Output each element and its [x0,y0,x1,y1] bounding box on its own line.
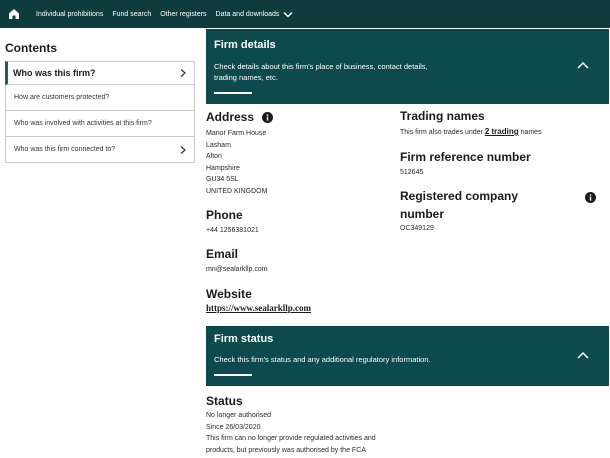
firm-details-title: Firm details [214,39,276,51]
address-line: GU34 5SL [206,176,239,184]
firm-status-description: Check this firm's status and any additio… [214,355,431,364]
trading-text-after: names [520,129,542,136]
phone-heading: Phone [206,207,243,222]
company-number-heading-line2: number [400,207,445,222]
sidebar-item-customers-protected[interactable]: How are customers protected? [5,85,195,111]
website-heading: Website [206,286,252,301]
phone-value: +44 1256381021 [206,226,259,234]
status-value: No longer authorised [206,412,271,419]
status-note-line1: This firm can no longer provide regulate… [206,435,376,443]
sidebar-item-who-was-involved[interactable]: Who was involved with activities at this… [5,111,195,137]
company-number-value: OC349129 [400,225,434,233]
firm-status-panel[interactable]: Firm status Check this firm's status and… [206,326,609,386]
email-heading: Email [206,247,239,262]
panel-underline [214,92,252,94]
address-heading: Address [206,109,401,125]
nav-individual-prohibitions[interactable]: Individual prohibitions [36,11,103,18]
chevron-right-icon [180,145,186,154]
sidebar-item-firm-connected[interactable]: Who was this firm connected to? [5,137,195,163]
sidebar-item-label: How are customers protected? [14,94,110,101]
status-note-line2: products, but previously was authorised … [206,446,366,454]
website-link[interactable]: https://www.sealarkllp.com [206,303,401,313]
email-value: mn@sealarkllp.com [206,266,268,274]
contents-sidebar: Contents Who was this firm? How are cust… [5,41,195,163]
firm-details-description-line2: trading names, etc. [214,73,278,82]
address-line: Lasham [206,141,231,149]
info-icon[interactable] [585,192,596,204]
firm-details-description-line1: Check details about this firm's place of… [214,62,428,71]
address-heading-label: Address [206,110,255,124]
trading-text-before: This firm also trades under [400,129,483,136]
sidebar-item-label: Who was involved with activities at this… [14,120,152,127]
chevron-up-icon[interactable] [577,61,589,69]
registration-column: Trading names This firm also trades unde… [400,108,600,235]
address-line: UNITED KINGDOM [206,187,268,195]
contact-column: Address Manor Farm House Lasham Alton Ha… [206,109,401,313]
info-icon[interactable] [262,112,274,124]
frn-heading: Firm reference number [400,149,531,164]
address-line: Manor Farm House [206,130,267,137]
home-icon[interactable] [0,0,28,28]
chevron-up-icon[interactable] [577,351,589,359]
firm-details-panel[interactable]: Firm details Check details about this fi… [206,29,609,104]
top-nav: Individual prohibitions Fund search Othe… [0,0,610,28]
trading-names-heading: Trading names [400,109,485,123]
nav-data-and-downloads[interactable]: Data and downloads [216,11,294,18]
company-number-block: Registered company number [400,188,600,222]
firm-status-title: Firm status [214,333,274,345]
company-number-heading-line1: Registered company [400,189,519,204]
nav-fund-search[interactable]: Fund search [112,11,151,18]
address-lines: Manor Farm House Lasham Alton Hampshire … [206,128,401,198]
trading-names-link[interactable]: 2 trading [485,127,519,136]
chevron-down-icon [283,11,293,17]
nav-other-registers[interactable]: Other registers [160,11,206,18]
sidebar-item-label: Who was this firm connected to? [14,146,116,153]
main-content: Firm details Check details about this fi… [206,29,609,454]
status-section: Status No longer authorised Since 26/03/… [206,393,506,456]
sidebar-item-who-was-this-firm[interactable]: Who was this firm? [5,61,195,85]
chevron-right-icon [180,69,186,77]
status-since: Since 26/03/2020 [206,423,261,431]
sidebar-item-label: Who was this firm? [13,68,96,78]
contents-title: Contents [5,41,57,55]
status-heading: Status [206,394,243,408]
panel-underline [214,374,252,376]
nav-data-and-downloads-label: Data and downloads [215,10,280,18]
frn-value: 512645 [400,168,424,176]
address-line: Hampshire [206,164,240,172]
address-line: Alton [206,153,222,161]
trading-names-text: This firm also trades under 2 trading na… [400,126,600,139]
